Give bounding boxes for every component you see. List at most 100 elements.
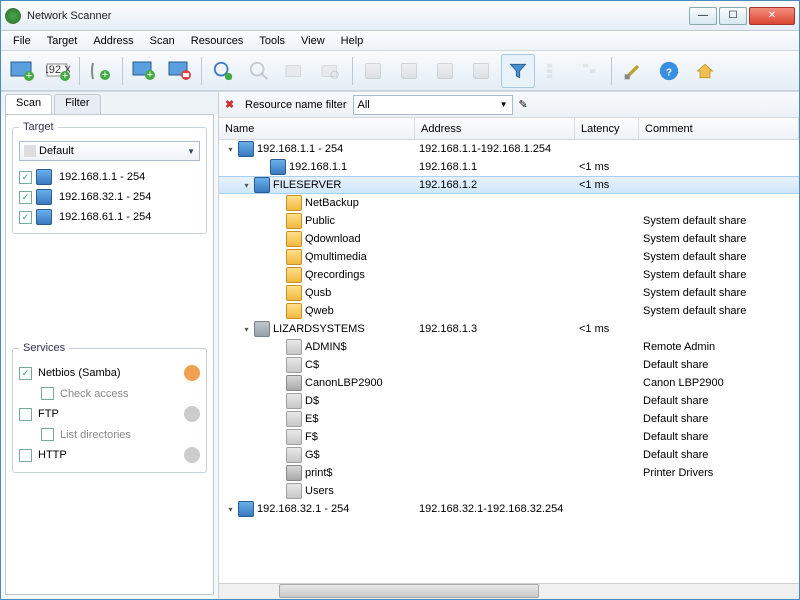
checkbox[interactable] (41, 387, 54, 400)
tree-row[interactable]: PublicSystem default share (219, 212, 799, 230)
target-row[interactable]: ✓192.168.32.1 - 254 (19, 187, 200, 207)
expand-icon[interactable] (273, 360, 284, 371)
expand-icon[interactable] (273, 396, 284, 407)
tree-row[interactable]: ▾192.168.1.1 - 254192.168.1.1-192.168.1.… (219, 140, 799, 158)
expand-icon[interactable] (273, 378, 284, 389)
expand-icon[interactable] (273, 270, 284, 281)
tree-row[interactable]: ▾LIZARDSYSTEMS192.168.1.3<1 ms (219, 320, 799, 338)
expand-icon[interactable] (257, 162, 268, 173)
target-row[interactable]: ✓192.168.61.1 - 254 (19, 207, 200, 227)
menu-file[interactable]: File (5, 33, 39, 49)
checkbox[interactable]: ✓ (19, 171, 32, 184)
expand-icon[interactable] (273, 414, 284, 425)
tree-row[interactable]: QdownloadSystem default share (219, 230, 799, 248)
expand-icon[interactable] (273, 234, 284, 245)
expand-icon[interactable] (273, 306, 284, 317)
tree-row[interactable]: Users (219, 482, 799, 500)
service-subrow: List directories (19, 425, 200, 444)
chevron-down-icon: ▼ (187, 147, 195, 156)
col-address[interactable]: Address (415, 118, 575, 139)
tree-row[interactable]: F$Default share (219, 428, 799, 446)
printer-icon (286, 375, 302, 391)
add-ip-button[interactable]: 192.X+ (41, 54, 75, 88)
filter-button[interactable] (501, 54, 535, 88)
clear-filter-icon[interactable]: ✖ (225, 98, 239, 112)
maximize-button[interactable]: ☐ (719, 7, 747, 25)
menu-view[interactable]: View (293, 33, 333, 49)
grid-header: Name Address Latency Comment (219, 118, 799, 140)
menu-tools[interactable]: Tools (251, 33, 293, 49)
checkbox[interactable] (19, 449, 32, 462)
tree-row[interactable]: ▾FILESERVER192.168.1.2<1 ms (219, 176, 799, 194)
tree-row[interactable]: D$Default share (219, 392, 799, 410)
tree-row[interactable]: C$Default share (219, 356, 799, 374)
checkbox[interactable]: ✓ (19, 191, 32, 204)
tab-filter[interactable]: Filter (54, 94, 100, 114)
tree-row[interactable]: print$Printer Drivers (219, 464, 799, 482)
filter-combo[interactable]: All ▼ (353, 95, 513, 115)
tree-row[interactable]: ▾192.168.32.1 - 254192.168.32.1-192.168.… (219, 500, 799, 518)
tree-row[interactable]: QrecordingsSystem default share (219, 266, 799, 284)
folder-icon (286, 213, 302, 229)
checkbox[interactable] (19, 408, 32, 421)
tree-row[interactable]: 192.168.1.1192.168.1.1<1 ms (219, 158, 799, 176)
window-title: Network Scanner (27, 10, 689, 22)
col-comment[interactable]: Comment (639, 118, 799, 139)
toolbar: + 192.X+ + + ? (1, 51, 799, 91)
checkbox[interactable]: ✓ (19, 367, 32, 380)
expand-icon[interactable]: ▾ (225, 504, 236, 515)
checkbox[interactable]: ✓ (19, 211, 32, 224)
tree-row[interactable]: ADMIN$Remote Admin (219, 338, 799, 356)
expand-icon[interactable] (273, 468, 284, 479)
col-name[interactable]: Name (219, 118, 415, 139)
col-latency[interactable]: Latency (575, 118, 639, 139)
expand-icon[interactable]: ▾ (241, 324, 252, 335)
add-range-button[interactable]: + (5, 54, 39, 88)
expand-icon[interactable] (273, 450, 284, 461)
scan-stop-button[interactable] (163, 54, 197, 88)
printer-icon (286, 465, 302, 481)
menu-scan[interactable]: Scan (142, 33, 183, 49)
expand-icon[interactable] (273, 198, 284, 209)
home-button[interactable] (688, 54, 722, 88)
import-button[interactable]: + (84, 54, 118, 88)
menu-help[interactable]: Help (333, 33, 372, 49)
scan-start-button[interactable]: + (127, 54, 161, 88)
tree-row[interactable]: QusbSystem default share (219, 284, 799, 302)
help-button[interactable]: ? (652, 54, 686, 88)
expand-icon[interactable] (273, 252, 284, 263)
edit-filter-icon[interactable]: ✎ (519, 98, 528, 111)
result-tree[interactable]: ▾192.168.1.1 - 254192.168.1.1-192.168.1.… (219, 140, 799, 583)
expand-icon[interactable] (273, 342, 284, 353)
search-button[interactable] (206, 54, 240, 88)
expand-icon[interactable] (273, 432, 284, 443)
expand-icon[interactable] (273, 486, 284, 497)
tree-row[interactable]: QwebSystem default share (219, 302, 799, 320)
expand-icon[interactable] (273, 216, 284, 227)
settings-button[interactable] (616, 54, 650, 88)
monitor-icon (238, 501, 254, 517)
scrollbar-thumb[interactable] (279, 584, 539, 598)
tab-scan[interactable]: Scan (5, 94, 52, 114)
tree-row[interactable]: QmultimediaSystem default share (219, 248, 799, 266)
folder-icon (286, 231, 302, 247)
menu-address[interactable]: Address (85, 33, 141, 49)
tree-row[interactable]: G$Default share (219, 446, 799, 464)
close-button[interactable]: ✕ (749, 7, 795, 25)
target-row[interactable]: ✓192.168.1.1 - 254 (19, 167, 200, 187)
minimize-button[interactable]: — (689, 7, 717, 25)
expand-icon[interactable]: ▾ (225, 144, 236, 155)
action1-button (357, 54, 391, 88)
row-comment: Remote Admin (639, 341, 799, 353)
tree-row[interactable]: E$Default share (219, 410, 799, 428)
expand-icon[interactable] (273, 288, 284, 299)
menu-resources[interactable]: Resources (183, 33, 252, 49)
horizontal-scrollbar[interactable] (219, 583, 799, 599)
tree-row[interactable]: NetBackup (219, 194, 799, 212)
checkbox[interactable] (41, 428, 54, 441)
expand-icon[interactable]: ▾ (241, 180, 252, 191)
menu-target[interactable]: Target (39, 33, 86, 49)
target-combo[interactable]: Default ▼ (19, 141, 200, 161)
tree-row[interactable]: CanonLBP2900Canon LBP2900 (219, 374, 799, 392)
folder-g-icon (286, 447, 302, 463)
